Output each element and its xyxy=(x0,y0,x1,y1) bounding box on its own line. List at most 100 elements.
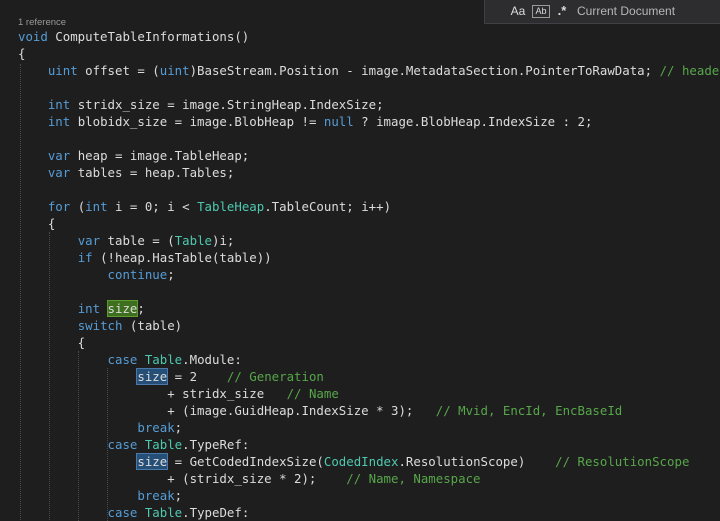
code-line[interactable]: var heap = image.TableHeap; xyxy=(18,147,720,164)
keyword-token: for xyxy=(47,199,71,214)
code-line[interactable]: case Table.TypeDef: xyxy=(18,504,720,521)
type-token: TableHeap xyxy=(197,199,265,214)
code-line[interactable]: int stridx_size = image.StringHeap.Index… xyxy=(18,96,720,113)
code-line[interactable]: void ComputeTableInformations() xyxy=(18,28,720,45)
code-line[interactable]: + stridx_size // Name xyxy=(18,385,720,402)
code-line[interactable]: size = GetCodedIndexSize(CodedIndex.Reso… xyxy=(18,453,720,470)
code-line[interactable]: if (!heap.HasTable(table)) xyxy=(18,249,720,266)
keyword-token: uint xyxy=(47,63,78,78)
code-token: heap = image.TableHeap; xyxy=(70,148,250,163)
code-token: .TypeRef: xyxy=(182,437,250,452)
keyword-token: var xyxy=(47,165,71,180)
code-token: ( xyxy=(70,199,86,214)
code-line[interactable] xyxy=(18,79,720,96)
code-line[interactable]: + (image.GuidHeap.IndexSize * 3); // Mvi… xyxy=(18,402,720,419)
type-token: Table xyxy=(144,505,183,520)
code-token: )i; xyxy=(212,233,235,248)
type-token: CodedIndex xyxy=(323,454,399,469)
code-line[interactable]: case Table.Module: xyxy=(18,351,720,368)
comment-token: // Name, Namespace xyxy=(346,471,481,486)
keyword-token: if xyxy=(77,250,93,265)
symbol-reference-highlight: size xyxy=(136,453,169,470)
keyword-token: case xyxy=(107,505,138,520)
keyword-token: int xyxy=(47,97,71,112)
code-line[interactable]: break; xyxy=(18,419,720,436)
code-line[interactable]: var table = (Table)i; xyxy=(18,232,720,249)
code-token: ; xyxy=(137,301,145,316)
code-token: )BaseStream.Position - image.MetadataSec… xyxy=(189,63,660,78)
code-text[interactable]: void ComputeTableInformations(){ uint of… xyxy=(18,28,720,521)
code-token: offset = ( xyxy=(77,63,160,78)
code-token: + (image.GuidHeap.IndexSize * 3); xyxy=(18,403,436,418)
keyword-token: int xyxy=(47,114,71,129)
code-line[interactable]: size = 2 // Generation xyxy=(18,368,720,385)
type-token: Table xyxy=(144,352,183,367)
comment-token: // header xyxy=(659,63,720,78)
keyword-token: uint xyxy=(159,63,190,78)
code-line[interactable] xyxy=(18,283,720,300)
code-line[interactable]: { xyxy=(18,215,720,232)
code-token: ; xyxy=(167,267,175,282)
code-token: ComputeTableInformations() xyxy=(47,29,250,44)
type-token: Table xyxy=(144,437,183,452)
code-line[interactable]: var tables = heap.Tables; xyxy=(18,164,720,181)
keyword-token: break xyxy=(137,488,175,503)
code-line[interactable]: int size; xyxy=(18,300,720,317)
code-line[interactable]: int blobidx_size = image.BlobHeap != nul… xyxy=(18,113,720,130)
code-token: ? image.BlobHeap.IndexSize : 2; xyxy=(353,114,593,129)
keyword-token: switch xyxy=(77,318,123,333)
regex-button[interactable]: .* xyxy=(555,3,569,19)
keyword-token: null xyxy=(323,114,354,129)
code-line[interactable]: switch (table) xyxy=(18,317,720,334)
code-token: .ResolutionScope) xyxy=(398,454,556,469)
keyword-token: case xyxy=(107,352,138,367)
code-line[interactable]: { xyxy=(18,45,720,62)
code-token: = GetCodedIndexSize( xyxy=(167,454,324,469)
keyword-token: var xyxy=(47,148,71,163)
code-token: (!heap.HasTable(table)) xyxy=(92,250,272,265)
code-line[interactable]: continue; xyxy=(18,266,720,283)
comment-token: // Name xyxy=(286,386,339,401)
type-token: Table xyxy=(174,233,212,248)
keyword-token: int xyxy=(77,301,101,316)
code-line[interactable] xyxy=(18,130,720,147)
code-editor[interactable]: 1 reference void ComputeTableInformation… xyxy=(0,0,720,521)
code-line[interactable]: uint offset = (uint)BaseStream.Position … xyxy=(18,62,720,79)
search-scope-dropdown[interactable]: Current Document xyxy=(577,3,717,19)
code-token: tables = heap.Tables; xyxy=(70,165,235,180)
comment-token: // ResolutionScope xyxy=(555,454,690,469)
keyword-token: break xyxy=(137,420,175,435)
code-line[interactable]: break; xyxy=(18,487,720,504)
code-token: (table) xyxy=(122,318,183,333)
keyword-token: void xyxy=(18,29,48,44)
code-line[interactable]: + (stridx_size * 2); // Name, Namespace xyxy=(18,470,720,487)
code-line[interactable]: case Table.TypeRef: xyxy=(18,436,720,453)
code-token: .TableCount; i++) xyxy=(264,199,392,214)
symbol-definition-highlight: size xyxy=(106,300,139,317)
code-token: { xyxy=(18,335,86,350)
code-line[interactable] xyxy=(18,181,720,198)
keyword-token: int xyxy=(85,199,108,214)
code-line[interactable]: { xyxy=(18,334,720,351)
code-token: ; xyxy=(174,420,183,435)
code-token: + (stridx_size * 2); xyxy=(18,471,347,486)
code-line[interactable]: for (int i = 0; i < TableHeap.TableCount… xyxy=(18,198,720,215)
match-whole-word-button[interactable]: Ab xyxy=(532,5,550,18)
match-case-button[interactable]: Aa xyxy=(509,3,527,19)
